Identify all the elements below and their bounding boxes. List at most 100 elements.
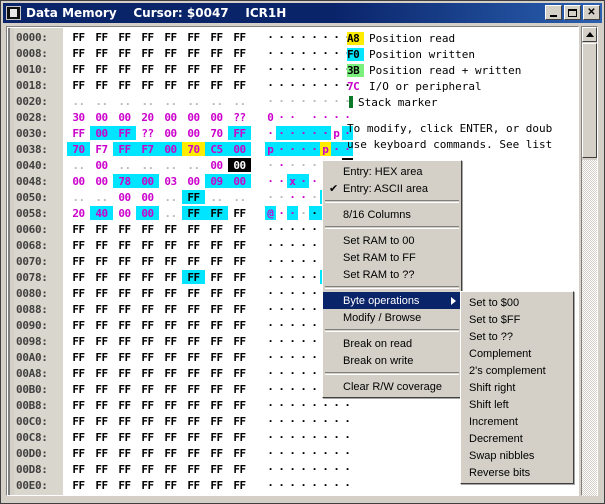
- hex-byte-cell[interactable]: FF: [159, 446, 182, 460]
- hex-byte-cell[interactable]: FF: [136, 446, 159, 460]
- hex-byte-cell[interactable]: FF: [228, 462, 251, 476]
- ascii-cell[interactable]: ·: [265, 30, 276, 44]
- hex-byte-cell[interactable]: FF: [182, 446, 205, 460]
- hex-row[interactable]: 0050:....0000..FF....········: [14, 189, 353, 205]
- hex-byte-cell[interactable]: ..: [228, 94, 251, 108]
- hex-byte-cell[interactable]: FF: [182, 430, 205, 444]
- ascii-cell[interactable]: ·: [309, 62, 320, 76]
- hex-byte-cell[interactable]: FF: [90, 446, 113, 460]
- hex-byte-cell[interactable]: FF: [136, 462, 159, 476]
- hex-byte-cell[interactable]: FF: [113, 46, 136, 60]
- hex-byte-cell[interactable]: 00: [113, 190, 136, 204]
- ascii-cell[interactable]: x: [287, 174, 298, 188]
- hex-byte-cell[interactable]: FF: [228, 350, 251, 364]
- ascii-cell[interactable]: ·: [309, 350, 320, 364]
- hex-byte-cell[interactable]: 70: [67, 142, 90, 156]
- hex-byte-cell[interactable]: FF: [228, 254, 251, 268]
- ascii-cell[interactable]: ·: [298, 430, 309, 444]
- ascii-cell[interactable]: ·: [265, 398, 276, 412]
- hex-byte-cell[interactable]: 00: [228, 158, 251, 172]
- hex-row[interactable]: 00C8: FF FF FF FF FF FF FF FF · · · · · · · ·: [14, 429, 353, 445]
- ascii-cell[interactable]: ·: [265, 334, 276, 348]
- ascii-cell[interactable]: ·: [287, 302, 298, 316]
- hex-byte-cell[interactable]: FF: [113, 286, 136, 300]
- hex-byte-cell[interactable]: FF: [228, 270, 251, 284]
- ascii-cell[interactable]: ·: [265, 302, 276, 316]
- ascii-cell[interactable]: @: [265, 206, 276, 220]
- hex-byte-cell[interactable]: 00: [228, 174, 251, 188]
- ascii-cell[interactable]: ·: [265, 46, 276, 60]
- ascii-cell[interactable]: ·: [265, 286, 276, 300]
- hex-byte-cell[interactable]: FF: [136, 238, 159, 252]
- ascii-cell[interactable]: ·: [342, 462, 353, 476]
- hex-byte-cell[interactable]: FF: [228, 478, 251, 492]
- menu-item[interactable]: Set RAM to ??: [323, 266, 461, 283]
- ascii-cell[interactable]: ·: [331, 30, 342, 44]
- hex-byte-cell[interactable]: FF: [113, 414, 136, 428]
- hex-byte-cell[interactable]: FF: [90, 254, 113, 268]
- hex-byte-cell[interactable]: FF: [113, 478, 136, 492]
- hex-byte-cell[interactable]: FF: [113, 30, 136, 44]
- hex-byte-cell[interactable]: FF: [182, 254, 205, 268]
- ascii-cell[interactable]: ·: [342, 398, 353, 412]
- hex-byte-cell[interactable]: FF: [159, 78, 182, 92]
- hex-byte-cell[interactable]: FF: [205, 334, 228, 348]
- hex-byte-cell[interactable]: FF: [67, 270, 90, 284]
- hex-byte-cell[interactable]: FF: [67, 446, 90, 460]
- hex-byte-cell[interactable]: FF: [182, 62, 205, 76]
- hex-byte-cell[interactable]: FF: [159, 302, 182, 316]
- ascii-cell[interactable]: ·: [309, 334, 320, 348]
- hex-byte-cell[interactable]: 70: [182, 142, 205, 156]
- ascii-cell[interactable]: ·: [298, 126, 309, 140]
- hex-byte-cell[interactable]: FF: [205, 382, 228, 396]
- hex-byte-cell[interactable]: FF: [205, 430, 228, 444]
- ascii-cell[interactable]: ·: [298, 366, 309, 380]
- hex-row[interactable]: 0020:................ · · · · · · · ·: [14, 93, 353, 109]
- ascii-cell[interactable]: ·: [309, 78, 320, 92]
- ascii-cell[interactable]: ·: [276, 270, 287, 284]
- ascii-cell[interactable]: ·: [287, 478, 298, 492]
- ascii-cell[interactable]: ·: [276, 110, 287, 124]
- hex-byte-cell[interactable]: 09: [205, 174, 228, 188]
- maximize-button[interactable]: [564, 5, 581, 20]
- menu-item[interactable]: Byte operations: [323, 292, 461, 309]
- ascii-cell[interactable]: ·: [331, 446, 342, 460]
- scrollbar-thumb[interactable]: [582, 43, 597, 158]
- hex-byte-cell[interactable]: FF: [136, 222, 159, 236]
- submenu-item[interactable]: Set to $00: [461, 294, 573, 311]
- ascii-cell[interactable]: ·: [265, 462, 276, 476]
- hex-byte-cell[interactable]: FF: [67, 78, 90, 92]
- ascii-cell[interactable]: ·: [298, 414, 309, 428]
- hex-byte-cell[interactable]: FF: [136, 254, 159, 268]
- hex-byte-cell[interactable]: FF: [113, 318, 136, 332]
- context-menu[interactable]: Entry: HEX area ✔ Entry: ASCII area 8/16 Co…: [322, 160, 462, 398]
- hex-byte-cell[interactable]: FF: [67, 238, 90, 252]
- hex-row[interactable]: 0090:FFFFFFFFFFFFFFFF········: [14, 317, 353, 333]
- ascii-cell[interactable]: ·: [342, 430, 353, 444]
- ascii-cell[interactable]: ·: [320, 430, 331, 444]
- hex-byte-cell[interactable]: FF: [228, 126, 251, 140]
- hex-row[interactable]: 00C0: FF FF FF FF FF FF FF FF · · · · · · · ·: [14, 413, 353, 429]
- hex-byte-cell[interactable]: FF: [182, 334, 205, 348]
- hex-byte-cell[interactable]: FF: [205, 30, 228, 44]
- hex-byte-cell[interactable]: ..: [136, 158, 159, 172]
- hex-byte-cell[interactable]: 00: [205, 158, 228, 172]
- ascii-cell[interactable]: ·: [276, 158, 287, 172]
- hex-byte-cell[interactable]: FF: [228, 366, 251, 380]
- hex-byte-cell[interactable]: FF: [136, 270, 159, 284]
- hex-byte-cell[interactable]: FF: [90, 382, 113, 396]
- ascii-cell[interactable]: ·: [265, 430, 276, 444]
- hex-byte-cell[interactable]: ??: [228, 110, 251, 124]
- ascii-cell[interactable]: ·: [265, 446, 276, 460]
- ascii-cell[interactable]: p: [320, 142, 331, 156]
- ascii-cell[interactable]: ·: [320, 30, 331, 44]
- hex-byte-cell[interactable]: FF: [205, 446, 228, 460]
- hex-byte-cell[interactable]: FF: [136, 398, 159, 412]
- hex-byte-cell[interactable]: FF: [182, 302, 205, 316]
- ascii-cell[interactable]: ·: [265, 78, 276, 92]
- ascii-cell[interactable]: ·: [276, 446, 287, 460]
- ascii-cell[interactable]: ·: [309, 206, 320, 220]
- hex-byte-cell[interactable]: FF: [113, 398, 136, 412]
- ascii-cell[interactable]: ·: [331, 62, 342, 76]
- hex-byte-cell[interactable]: ..: [159, 94, 182, 108]
